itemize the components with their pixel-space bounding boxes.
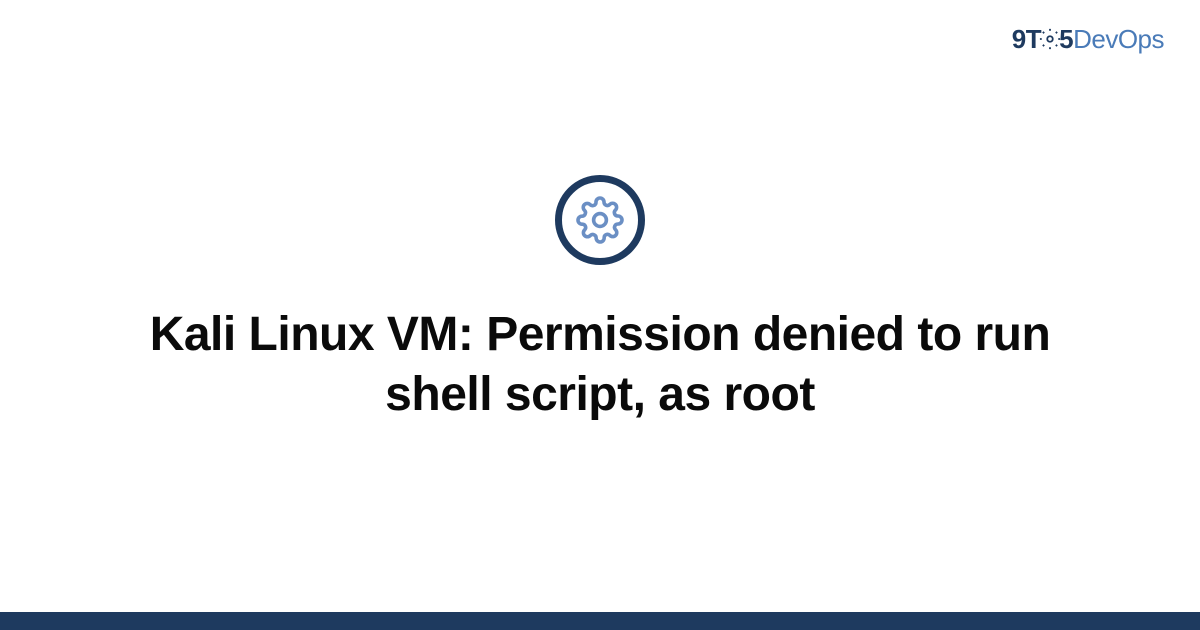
logo-text-devops: DevOps <box>1073 24 1164 54</box>
logo-text-9t: 9T <box>1012 24 1041 54</box>
footer-bar <box>0 612 1200 630</box>
main-content: Kali Linux VM: Permission denied to run … <box>0 175 1200 425</box>
logo-text-5: 5 <box>1059 24 1073 54</box>
gear-icon <box>1039 28 1061 50</box>
gear-badge-icon <box>555 175 645 265</box>
site-logo: 9T 5DevOps <box>1012 24 1164 55</box>
page-title: Kali Linux VM: Permission denied to run … <box>110 305 1090 425</box>
